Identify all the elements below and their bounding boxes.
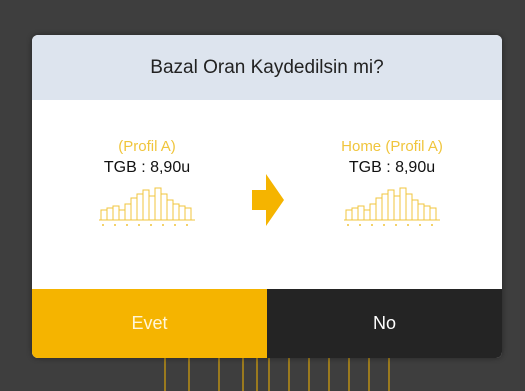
source-profile-name: (Profil A) [118, 138, 176, 155]
no-button[interactable]: No [267, 289, 502, 358]
save-basal-rate-dialog: Bazal Oran Kaydedilsin mi? (Profil A) TG… [32, 35, 502, 358]
yes-button[interactable]: Evet [32, 289, 267, 358]
basal-profile-chart-icon [344, 187, 440, 226]
source-profile-tgb: TGB : 8,90u [103, 159, 191, 176]
dialog-header: Bazal Oran Kaydedilsin mi? [32, 35, 502, 100]
source-profile: (Profil A) TGB : 8,90u [72, 138, 222, 228]
basal-profile-chart-icon [99, 187, 195, 226]
arrow-right-icon [252, 174, 284, 226]
dialog-content: (Profil A) TGB : 8,90u Home (Profil A) T… [32, 100, 502, 289]
dialog-title: Bazal Oran Kaydedilsin mi? [150, 56, 384, 78]
target-profile-tgb: TGB : 8,90u [348, 159, 436, 176]
dialog-buttons: Evet No [32, 289, 502, 358]
target-profile-name: Home (Profil A) [341, 138, 443, 155]
target-profile: Home (Profil A) TGB : 8,90u [317, 138, 467, 228]
